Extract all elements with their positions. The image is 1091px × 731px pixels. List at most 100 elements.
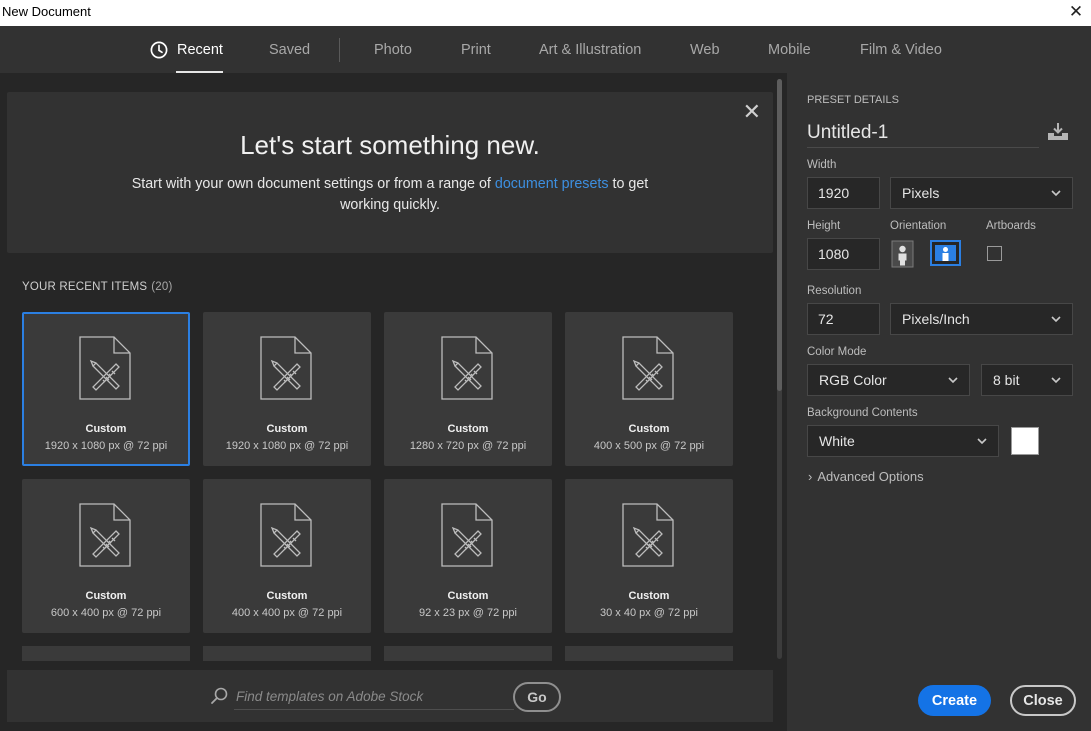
recent-item-dimensions: 400 x 400 px @ 72 ppi [231,607,343,619]
clock-icon [150,41,168,59]
welcome-heading: Let's start something new. [240,130,540,160]
recent-item-name: Custom [447,590,489,602]
advanced-options-label: Advanced Options [817,469,924,484]
tab-photo[interactable]: Photo [374,26,412,73]
resolution-label: Resolution [807,285,862,297]
recent-item-name: Custom [628,590,670,602]
chevron-right-icon: › [808,469,813,484]
document-icon [441,336,493,400]
color-mode-label: Color Mode [807,346,867,358]
title-bar: New Document ✕ [0,0,1091,26]
tab-saved[interactable]: Saved [269,26,310,73]
recent-item-card[interactable]: Custom 30 x 40 px @ 72 ppi [565,479,733,633]
recent-items-label: YOUR RECENT ITEMS [22,281,148,293]
width-label: Width [807,159,837,171]
stock-search-bar: Go [7,670,773,722]
document-icon [260,336,312,400]
height-field[interactable] [807,238,880,270]
window-title: New Document [2,4,91,19]
close-button[interactable]: Close [1010,685,1076,716]
recent-items-header: YOUR RECENT ITEMS (20) [22,281,173,293]
background-contents-label: Background Contents [807,407,918,419]
background-contents-value: White [819,433,855,449]
background-color-swatch[interactable] [1011,427,1039,455]
artboards-checkbox[interactable] [987,246,1002,261]
create-button[interactable]: Create [918,685,991,716]
recent-item-card[interactable]: Custom 1920 x 1080 px @ 72 ppi [22,312,190,466]
resolution-unit-dropdown[interactable]: Pixels/Inch [890,303,1073,335]
document-icon [441,503,493,567]
portrait-orientation-icon[interactable] [891,240,914,268]
bit-depth-dropdown[interactable]: 8 bit [981,364,1073,396]
tab-recent[interactable]: Recent [150,26,223,73]
orientation-label: Orientation [890,220,947,232]
go-button[interactable]: Go [513,682,561,712]
tab-film-video[interactable]: Film & Video [860,26,942,73]
recent-item-card[interactable]: Custom 400 x 500 px @ 72 ppi [565,312,733,466]
color-mode-dropdown[interactable]: RGB Color [807,364,970,396]
window-close-icon[interactable]: ✕ [1065,1,1087,23]
advanced-options-toggle[interactable]: › Advanced Options [808,469,924,484]
recent-item-partial[interactable] [22,646,190,661]
recent-item-dimensions: 92 x 23 px @ 72 ppi [418,607,517,619]
document-icon [622,336,674,400]
recent-item-partial[interactable] [203,646,371,661]
chevron-down-icon [1051,377,1061,384]
recent-item-card[interactable]: Custom 1920 x 1080 px @ 72 ppi [203,312,371,466]
preset-details-heading: PRESET DETAILS [807,94,899,106]
welcome-text-start: Start with your own document settings or… [131,176,495,192]
resolution-unit-value: Pixels/Inch [902,311,970,327]
chevron-down-icon [1051,316,1061,323]
recent-item-dimensions: 400 x 500 px @ 72 ppi [593,440,705,452]
recent-items-count: (20) [151,281,173,293]
tab-web[interactable]: Web [690,26,720,73]
resolution-field[interactable] [807,303,880,335]
recent-item-card[interactable]: Custom 92 x 23 px @ 72 ppi [384,479,552,633]
tab-art-illustration[interactable]: Art & Illustration [539,26,641,73]
color-mode-value: RGB Color [819,372,887,388]
search-icon [211,687,228,704]
recent-item-dimensions: 1280 x 720 px @ 72 ppi [409,440,527,452]
recent-item-name: Custom [85,423,127,435]
recent-item-partial[interactable] [384,646,552,661]
document-icon [260,503,312,567]
recent-item-name: Custom [85,590,127,602]
width-unit-dropdown[interactable]: Pixels [890,177,1073,209]
document-icon [622,503,674,567]
document-presets-link[interactable]: document presets [495,176,609,192]
save-preset-icon[interactable] [1046,122,1070,142]
background-contents-dropdown[interactable]: White [807,425,999,457]
recent-item-card[interactable]: Custom 1280 x 720 px @ 72 ppi [384,312,552,466]
scrollbar-thumb[interactable] [777,79,782,391]
tab-mobile[interactable]: Mobile [768,26,811,73]
stock-search-input[interactable] [234,684,514,710]
recent-item-partial[interactable] [565,646,733,661]
artboards-label: Artboards [986,220,1036,232]
tab-print[interactable]: Print [461,26,491,73]
recent-item-dimensions: 1920 x 1080 px @ 72 ppi [225,440,349,452]
tab-divider [339,38,340,62]
width-unit-value: Pixels [902,185,940,201]
category-tabs: Recent Saved Photo Print Art & Illustrat… [0,26,1091,73]
chevron-down-icon [977,438,987,445]
welcome-text: Start with your own document settings or… [120,174,660,216]
recent-item-name: Custom [266,590,308,602]
banner-close-icon[interactable]: ✕ [743,101,761,123]
preset-details-panel [787,73,1091,731]
chevron-down-icon [1051,190,1061,197]
height-label: Height [807,220,841,232]
recent-item-name: Custom [628,423,670,435]
width-field[interactable] [807,177,880,209]
recent-item-name: Custom [447,423,489,435]
chevron-down-icon [948,377,958,384]
landscape-orientation-icon[interactable] [930,240,961,266]
bit-depth-value: 8 bit [993,372,1020,388]
recent-item-card[interactable]: Custom 400 x 400 px @ 72 ppi [203,479,371,633]
document-icon [79,336,131,400]
document-icon [79,503,131,567]
recent-item-dimensions: 600 x 400 px @ 72 ppi [50,607,162,619]
welcome-banner: ✕ Let's start something new. Start with … [7,92,773,253]
recent-item-dimensions: 30 x 40 px @ 72 ppi [599,607,698,619]
document-name-field[interactable] [807,118,1039,148]
recent-item-card[interactable]: Custom 600 x 400 px @ 72 ppi [22,479,190,633]
